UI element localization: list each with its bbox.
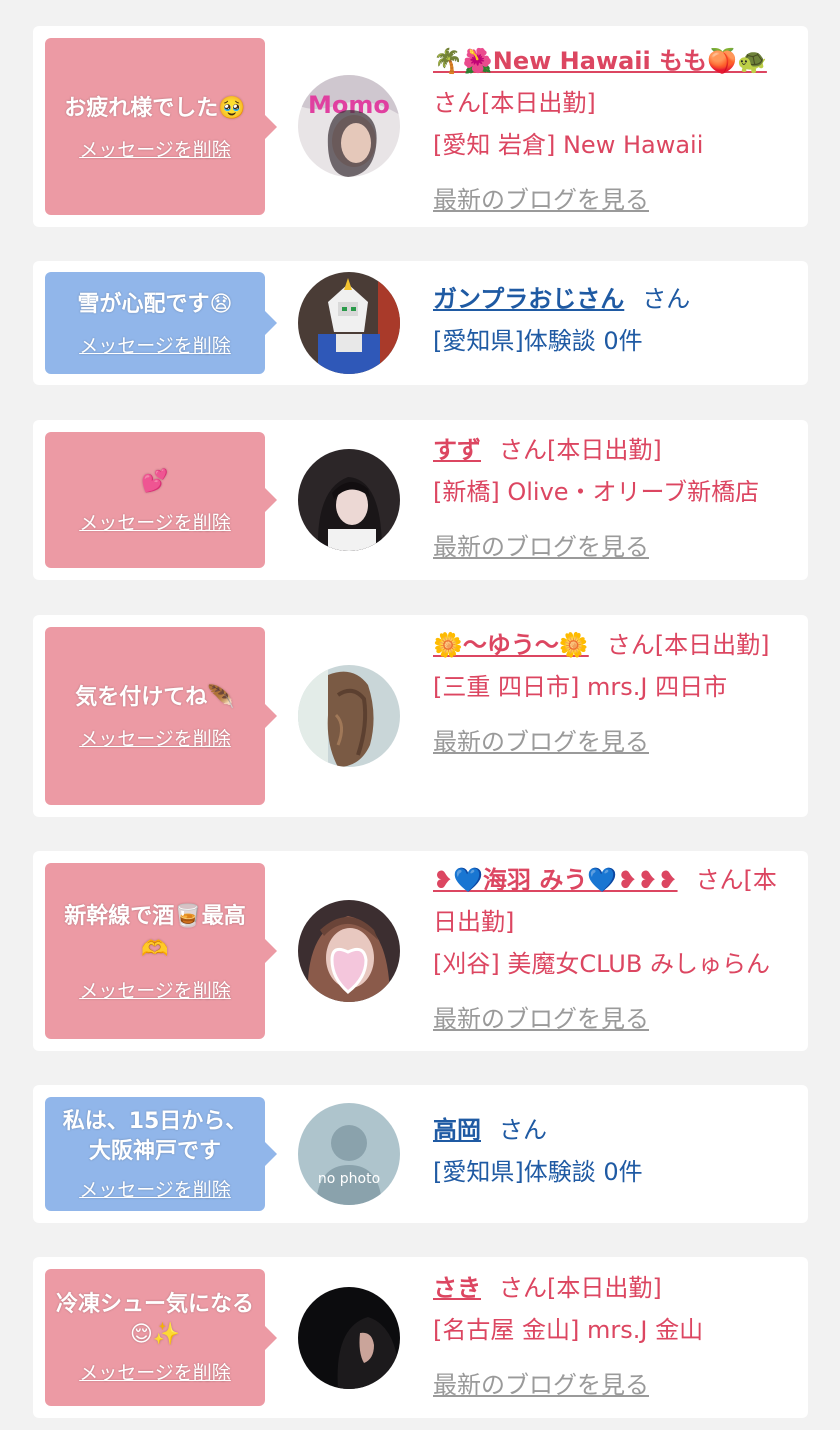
- message-text: 冷凍シュー気になる😌✨: [55, 1292, 254, 1347]
- message-text: 雪が心配です😧: [77, 292, 233, 317]
- message-card: 💕 メッセージを削除 すず さん[本日出勤] [新橋] Olive・オリーブ新橋店…: [33, 420, 808, 580]
- shop-name: [新橋] Olive・オリーブ新橋店: [433, 478, 760, 506]
- latest-blog-link[interactable]: 最新のブログを見る: [433, 998, 793, 1040]
- message-bubble: 冷凍シュー気になる😌✨ メッセージを削除: [45, 1269, 277, 1406]
- latest-blog-link[interactable]: 最新のブログを見る: [433, 526, 793, 568]
- delete-message-link[interactable]: メッセージを削除: [79, 1358, 231, 1385]
- message-text: 新幹線で酒🥃最高🫶: [64, 903, 246, 962]
- girl-info: 🌴🌺New Hawaii もも🍑🐢 さん[本日出勤] [愛知 岩倉] New H…: [433, 40, 793, 221]
- delete-message-link[interactable]: メッセージを削除: [79, 135, 231, 162]
- message-bubble: 気を付けてね🪶 メッセージを削除: [45, 627, 277, 805]
- message-bubble: お疲れ様でした🥹 メッセージを削除: [45, 38, 277, 215]
- name-suffix: さん[本日出勤]: [499, 436, 662, 464]
- message-card: お疲れ様でした🥹 メッセージを削除 Momo 🌴🌺New Hawaii もも🍑🐢…: [33, 26, 808, 227]
- girl-name-link[interactable]: 🌼〜ゆう〜🌼: [433, 631, 589, 659]
- message-bubble: 雪が心配です😧 メッセージを削除: [45, 272, 277, 374]
- avatar[interactable]: no photo: [298, 1103, 400, 1205]
- delete-message-link[interactable]: メッセージを削除: [79, 724, 231, 751]
- shop-name: [名古屋 金山] mrs.J 金山: [433, 1316, 704, 1344]
- latest-blog-link[interactable]: 最新のブログを見る: [433, 1364, 793, 1406]
- user-info: ガンプラおじさん さん [愛知県]体験談 0件: [433, 278, 793, 362]
- girl-info: 🌼〜ゆう〜🌼 さん[本日出勤] [三重 四日市] mrs.J 四日市 最新のブログ…: [433, 624, 793, 763]
- girl-name-link[interactable]: すず: [433, 436, 481, 464]
- avatar[interactable]: [298, 272, 400, 374]
- message-bubble: 新幹線で酒🥃最高🫶 メッセージを削除: [45, 863, 277, 1039]
- user-info: 高岡 さん [愛知県]体験談 0件: [433, 1109, 793, 1193]
- message-card: 雪が心配です😧 メッセージを削除 ガンプラおじさん さん [愛知県]体験談 0件: [33, 261, 808, 385]
- delete-message-link[interactable]: メッセージを削除: [79, 1175, 231, 1202]
- review-count: [愛知県]体験談 0件: [433, 327, 643, 355]
- message-bubble: 💕 メッセージを削除: [45, 432, 277, 568]
- girl-info: さき さん[本日出勤] [名古屋 金山] mrs.J 金山 最新のブログを見る: [433, 1267, 793, 1406]
- avatar[interactable]: [298, 665, 400, 767]
- name-suffix: さん[本日出勤]: [606, 631, 770, 659]
- girl-name-link[interactable]: ❥💙海羽 みう💙❥❥❥: [433, 866, 678, 894]
- name-suffix: さん[本日出勤]: [499, 1274, 662, 1302]
- shop-name: [三重 四日市] mrs.J 四日市: [433, 673, 728, 701]
- message-text: お疲れ様でした🥹: [64, 95, 246, 121]
- girl-info: すず さん[本日出勤] [新橋] Olive・オリーブ新橋店 最新のブログを見る: [433, 429, 793, 568]
- message-bubble: 私は、15日から、大阪神戸です メッセージを削除: [45, 1097, 277, 1211]
- user-name-link[interactable]: 高岡: [433, 1116, 481, 1144]
- name-suffix: さん: [499, 1116, 547, 1144]
- latest-blog-link[interactable]: 最新のブログを見る: [433, 721, 793, 763]
- review-count: [愛知県]体験談 0件: [433, 1158, 643, 1186]
- message-card: 冷凍シュー気になる😌✨ メッセージを削除 さき さん[本日出勤] [名古屋 金山]…: [33, 1257, 808, 1418]
- avatar[interactable]: [298, 900, 400, 1002]
- shop-name: [刈谷] 美魔女CLUB みしゅらん: [433, 950, 770, 978]
- message-text: 💕: [141, 469, 169, 494]
- delete-message-link[interactable]: メッセージを削除: [79, 508, 231, 535]
- message-card: 新幹線で酒🥃最高🫶 メッセージを削除 ❥💙海羽 みう💙❥❥❥ さん[本日出勤] […: [33, 851, 808, 1051]
- no-photo-label: no photo: [318, 1171, 380, 1187]
- message-card: 私は、15日から、大阪神戸です メッセージを削除 no photo 高岡 さん […: [33, 1085, 808, 1223]
- avatar[interactable]: [298, 1287, 400, 1389]
- avatar[interactable]: Momo: [298, 75, 400, 177]
- girl-name-link[interactable]: 🌴🌺New Hawaii もも🍑🐢: [433, 47, 767, 75]
- user-name-link[interactable]: ガンプラおじさん: [433, 285, 624, 313]
- name-suffix: さん[本日出勤]: [433, 89, 596, 117]
- delete-message-link[interactable]: メッセージを削除: [79, 976, 231, 1003]
- message-text: 私は、15日から、大阪神戸です: [62, 1108, 248, 1164]
- girl-info: ❥💙海羽 みう💙❥❥❥ さん[本日出勤] [刈谷] 美魔女CLUB みしゅらん 最…: [433, 859, 793, 1040]
- avatar[interactable]: [298, 449, 400, 551]
- shop-name: [愛知 岩倉] New Hawaii: [433, 131, 704, 159]
- name-suffix: さん: [642, 285, 691, 313]
- delete-message-link[interactable]: メッセージを削除: [79, 331, 231, 358]
- message-card: 気を付けてね🪶 メッセージを削除 🌼〜ゆう〜🌼 さん[本日出勤] [三重 四日市]…: [33, 615, 808, 817]
- message-text: 気を付けてね🪶: [75, 685, 235, 710]
- girl-name-link[interactable]: さき: [433, 1274, 481, 1302]
- latest-blog-link[interactable]: 最新のブログを見る: [433, 179, 793, 221]
